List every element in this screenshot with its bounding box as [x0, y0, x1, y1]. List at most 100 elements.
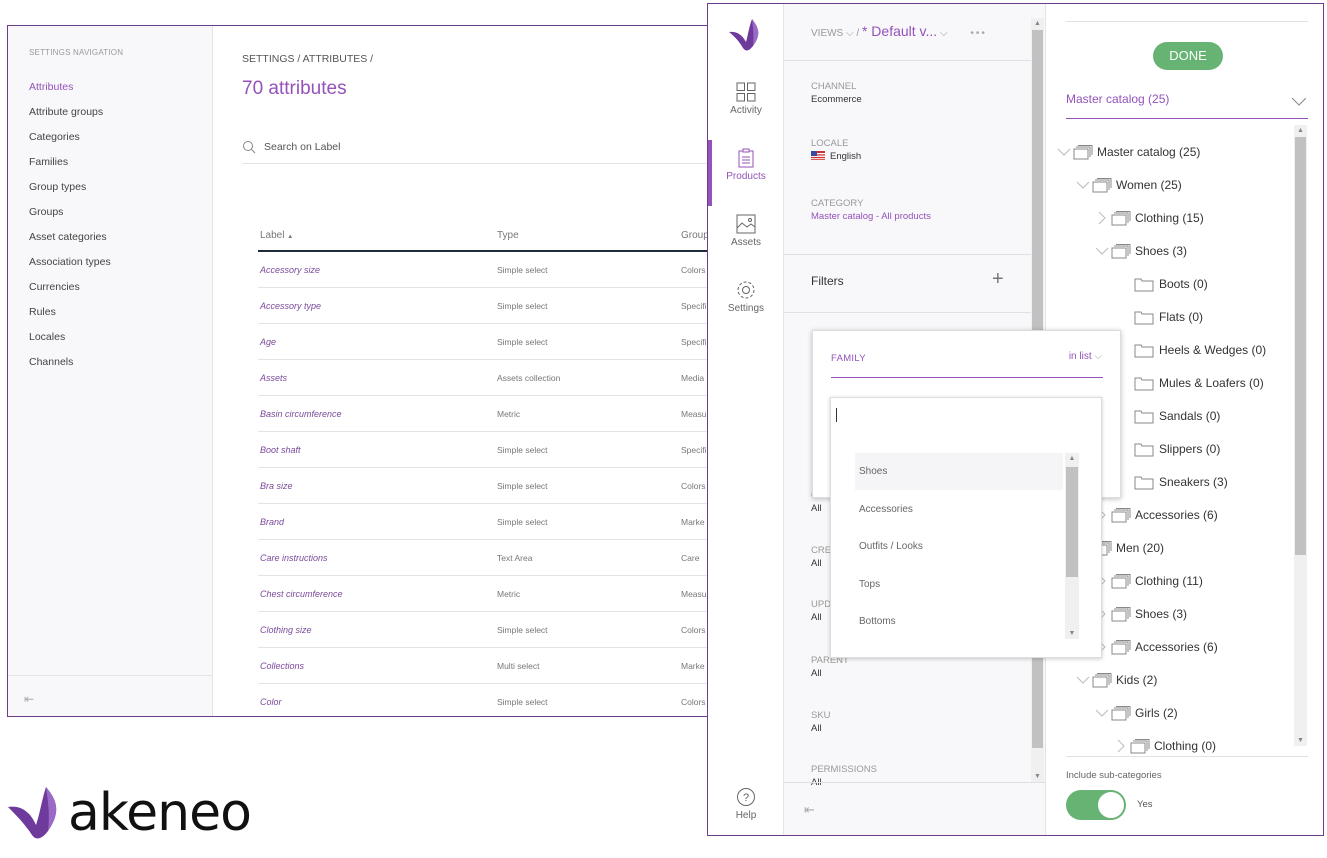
nav-settings[interactable]: Settings: [708, 280, 784, 314]
folder-icon: [1134, 442, 1154, 463]
search-input[interactable]: Search on Label: [242, 138, 708, 164]
nav-item[interactable]: Attribute groups: [29, 106, 103, 118]
cell-label: Assets: [260, 373, 288, 383]
filter-permissions[interactable]: PERMISSIONS All: [811, 763, 877, 789]
cell-label: Chest circumference: [260, 589, 343, 599]
gear-icon: [737, 281, 755, 299]
nav-item[interactable]: Locales: [29, 331, 65, 343]
folder-icon: [1134, 310, 1154, 331]
family-option[interactable]: Tops: [855, 566, 1063, 603]
table-row[interactable]: Boot shaft Simple select Specifi: [258, 432, 708, 468]
cell-label: Brand: [260, 517, 285, 527]
divider: [831, 377, 1103, 378]
column-header-label[interactable]: Label ▲: [260, 230, 293, 241]
include-sub-categories-label: Include sub-categories: [1066, 770, 1162, 781]
chevron-down-icon[interactable]: [1076, 175, 1090, 195]
column-header-type[interactable]: Type: [497, 230, 519, 241]
breadcrumb[interactable]: SETTINGS / ATTRIBUTES /: [242, 53, 373, 65]
image-icon: [736, 214, 756, 234]
search-icon: [243, 141, 256, 154]
cell-type: Simple select: [497, 517, 548, 527]
family-option[interactable]: Shoes: [855, 453, 1063, 490]
tree-node-label: Clothing (11): [1135, 574, 1203, 588]
akeneo-logo-mark: [729, 19, 759, 51]
table-row[interactable]: Age Simple select Specifi: [258, 324, 708, 360]
views-selector[interactable]: VIEWS ⌵ / * Default v... ⌵ •••: [811, 23, 987, 39]
cell-group: Specifi: [681, 445, 707, 455]
chevron-right-icon[interactable]: [1095, 208, 1109, 228]
column-header-group[interactable]: Group: [681, 230, 708, 241]
tree-selector[interactable]: Master catalog (25): [1066, 92, 1308, 119]
settings-nav-title: SETTINGS NAVIGATION: [29, 48, 124, 57]
scrollbar-thumb[interactable]: [1295, 137, 1306, 555]
filter-sku[interactable]: SKU All: [811, 709, 831, 735]
locale-switcher[interactable]: LOCALE English: [811, 137, 861, 163]
channel-switcher[interactable]: CHANNEL Ecommerce: [811, 80, 862, 106]
collapse-icon[interactable]: ⇤: [804, 802, 815, 818]
tree-scrollbar[interactable]: ▲ ▼: [1294, 125, 1307, 746]
tree-node-label: Men (20): [1116, 541, 1165, 555]
search-placeholder: Search on Label: [264, 141, 341, 153]
table-row[interactable]: Collections Multi select Marke: [258, 648, 708, 684]
filter-value: All: [811, 723, 822, 734]
category-selector[interactable]: CATEGORY Master catalog - All products: [811, 197, 931, 223]
chevron-down-icon[interactable]: [1095, 241, 1109, 261]
cell-group: Specifi: [681, 301, 707, 311]
tree-node-label: Master catalog (25): [1097, 145, 1201, 159]
family-option[interactable]: Bottoms: [855, 603, 1063, 640]
cell-type: Metric: [497, 409, 521, 419]
more-options-icon[interactable]: •••: [970, 28, 987, 39]
family-option[interactable]: Accessories: [855, 491, 1063, 528]
table-row[interactable]: Brand Simple select Marke: [258, 504, 708, 540]
nav-activity[interactable]: Activity: [708, 82, 784, 116]
nav-item[interactable]: Attributes: [29, 81, 73, 93]
table-row[interactable]: Accessory size Simple select Colors: [258, 252, 708, 288]
cell-label: Collections: [260, 661, 305, 671]
family-search-input[interactable]: [836, 408, 837, 422]
table-row[interactable]: Clothing size Simple select Colors: [258, 612, 708, 648]
table-row[interactable]: Chest circumference Metric Measu: [258, 576, 708, 612]
nav-help[interactable]: ? Help: [708, 787, 784, 821]
cell-label: Color: [260, 697, 282, 707]
include-sub-categories-toggle[interactable]: [1066, 790, 1126, 820]
nav-item[interactable]: Channels: [29, 356, 73, 368]
done-button[interactable]: DONE: [1153, 42, 1223, 70]
nav-assets[interactable]: Assets: [708, 214, 784, 248]
nav-item[interactable]: Families: [29, 156, 68, 168]
nav-item[interactable]: Association types: [29, 256, 111, 268]
svg-text:?: ?: [743, 792, 749, 804]
nav-item[interactable]: Categories: [29, 131, 80, 143]
table-row[interactable]: Care instructions Text Area Care: [258, 540, 708, 576]
dropdown-scrollbar[interactable]: ▲ ▼: [1065, 453, 1079, 639]
nav-item[interactable]: Currencies: [29, 281, 80, 293]
add-filter-plus-icon[interactable]: +: [992, 268, 1004, 291]
table-row[interactable]: Bra size Simple select Colors: [258, 468, 708, 504]
scrollbar-thumb[interactable]: [1066, 467, 1078, 577]
table-row[interactable]: Basin circumference Metric Measu: [258, 396, 708, 432]
nav-products[interactable]: Products: [708, 140, 784, 206]
chevron-down-icon[interactable]: [1095, 703, 1109, 723]
operator-selector[interactable]: in list ⌵: [1069, 351, 1102, 362]
view-name[interactable]: * Default v...: [862, 23, 937, 39]
table-row[interactable]: Accessory type Simple select Specifi: [258, 288, 708, 324]
chevron-down-icon[interactable]: [1076, 670, 1090, 690]
cell-group: Colors: [681, 697, 706, 707]
chevron-right-icon[interactable]: [1114, 736, 1128, 756]
table-row[interactable]: Color Simple select Colors: [258, 684, 708, 716]
chevron-down-icon[interactable]: [1057, 142, 1071, 162]
table-row[interactable]: Assets Assets collection Media: [258, 360, 708, 396]
collapse-icon[interactable]: ⇤: [24, 692, 34, 706]
folder-icon: [1134, 277, 1154, 298]
nav-item[interactable]: Group types: [29, 181, 86, 193]
grid-icon: [736, 82, 756, 102]
family-option[interactable]: Outfits / Looks: [855, 528, 1063, 565]
tree-node-label: Slippers (0): [1159, 442, 1221, 456]
cell-group: Measu: [681, 589, 707, 599]
nav-item[interactable]: Groups: [29, 206, 63, 218]
nav-item[interactable]: Rules: [29, 306, 56, 318]
cell-type: Simple select: [497, 265, 548, 275]
tree-node-label: Shoes (3): [1135, 244, 1188, 258]
nav-item[interactable]: Asset categories: [29, 231, 107, 243]
cell-group: Colors: [681, 265, 706, 275]
cell-label: Accessory size: [260, 265, 321, 275]
